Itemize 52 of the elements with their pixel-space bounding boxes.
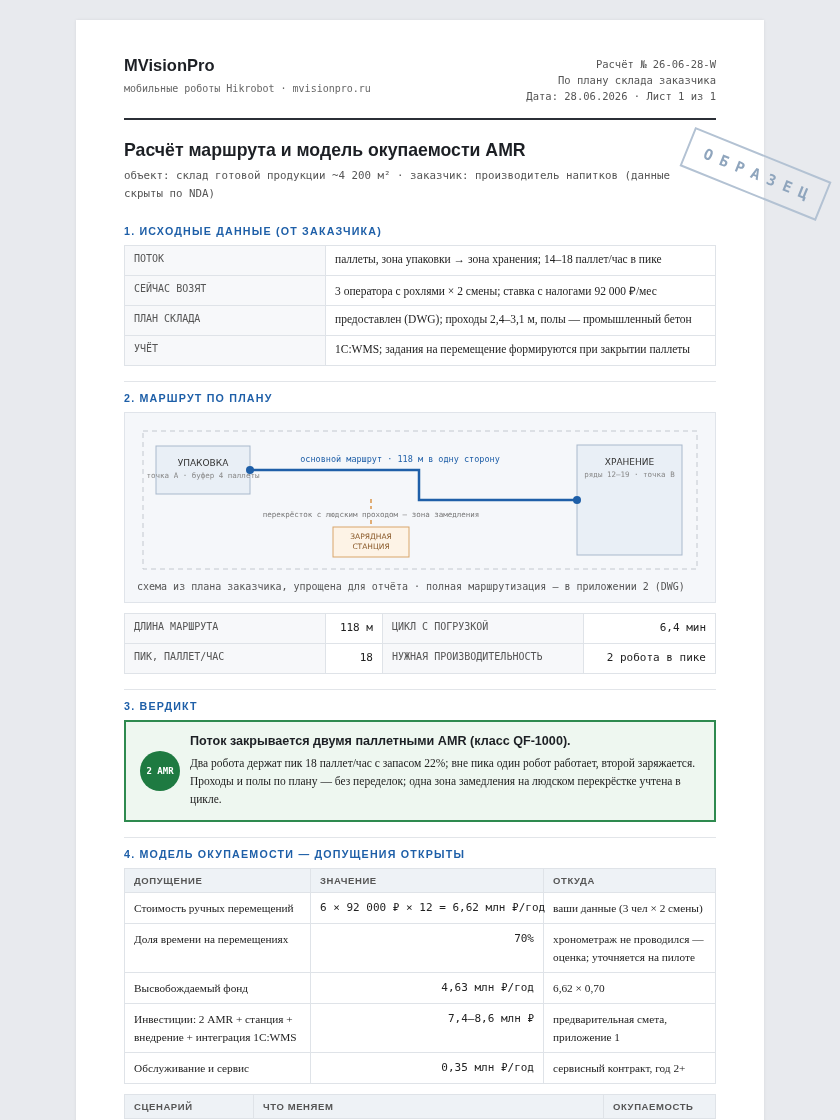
field-value: паллеты, зона упаковки → зона хранения; 14–18 паллет/час в пике	[325, 245, 716, 276]
section-heading: 4. МОДЕЛЬ ОКУПАЕМОСТИ — ДОПУЩЕНИЯ ОТКРЫТЫ	[124, 848, 467, 860]
diagram-caption: схема из плана заказчика, упрощена для отчёта · полная маршрутизация — в приложении 2 (DWG)	[137, 581, 686, 592]
column-header: ЧТО МЕНЯЕМ	[253, 1094, 604, 1119]
document-meta: По плану склада заказчика	[557, 74, 716, 86]
column-header: ОКУПАЕМОСТЬ	[603, 1094, 716, 1119]
metric-label: ПИК, ПАЛЛЕТ/ЧАС	[124, 643, 326, 674]
table-cell: предварительная смета, приложение 1	[543, 1003, 716, 1053]
value-cell: 70%	[310, 923, 544, 973]
verdict-text: Два робота держат пик 18 паллет/час с запасом 22%; вне пика один робот работает, второй заряжается. Проходы и полы по плану — без переделок; одна зона замедления на людском перекрёстке учтена в цикле.	[190, 756, 697, 808]
verdict-title: Поток закрывается двумя паллетными AMR (класс QF-1000).	[190, 734, 572, 748]
document-meta: Расчёт № 26-06-28-W	[595, 58, 716, 70]
brand-name: MVisionPro	[124, 56, 216, 75]
field-label: УЧЁТ	[124, 335, 326, 366]
document-meta: Дата: 28.06.2026 · Лист 1 из 1	[526, 90, 716, 102]
metric-label: ДЛИНА МАРШРУТА	[124, 613, 326, 644]
field-value: 3 оператора с рохлями × 2 смены; ставка с налогами 92 000 ₽/мес	[325, 275, 716, 306]
column-header: ЗНАЧЕНИЕ	[310, 868, 544, 893]
section-heading: 2. МАРШРУТ ПО ПЛАНУ	[124, 392, 274, 404]
field-label: СЕЙЧАС ВОЗЯТ	[124, 275, 326, 306]
column-header: ОТКУДА	[543, 868, 716, 893]
metric-label: НУЖНАЯ ПРОИЗВОДИТЕЛЬНОСТЬ	[382, 643, 584, 674]
document-title: Расчёт маршрута и модель окупаемости AMR	[124, 140, 526, 161]
table-cell: Инвестиции: 2 AMR + станция + внедрение + интеграция 1С:WMS	[124, 1003, 311, 1053]
metric-value: 6,4 мин	[583, 613, 716, 644]
count-badge: 2 AMR	[140, 751, 180, 791]
field-value: предоставлен (DWG); проходы 2,4–3,1 м, полы — промышленный бетон	[325, 305, 716, 336]
table-cell: 6,62 × 0,70	[543, 972, 716, 1004]
table-cell: Обслуживание и сервис	[124, 1052, 311, 1084]
metric-value: 118 м	[325, 613, 383, 644]
table-cell: хронометраж не проводился — оценка; уточняется на пилоте	[543, 923, 716, 973]
brand-tagline: мобильные роботы Hikrobot · mvisionpro.ru	[124, 83, 371, 94]
field-label: ПЛАН СКЛАДА	[124, 305, 326, 336]
metric-value: 2 робота в пике	[583, 643, 716, 674]
metric-value: 18	[325, 643, 383, 674]
value-cell: 7,4–8,6 млн ₽	[310, 1003, 544, 1053]
value-cell: 0,35 млн ₽/год	[310, 1052, 544, 1084]
field-value: 1С:WMS; задания на перемещение формируются при закрытии паллеты	[325, 335, 716, 366]
metric-label: ЦИКЛ С ПОГРУЗКОЙ	[382, 613, 584, 644]
table-cell: сервисный контракт, год 2+	[543, 1052, 716, 1084]
section-heading: 3. ВЕРДИКТ	[124, 700, 199, 712]
section-heading: 1. ИСХОДНЫЕ ДАННЫЕ (ОТ ЗАКАЗЧИКА)	[124, 225, 384, 237]
table-cell: Доля времени на перемещениях	[124, 923, 311, 973]
value-cell: 6 × 92 000 ₽ × 12 = 6,62 млн ₽/год	[310, 892, 544, 924]
column-header: СЦЕНАРИЙ	[124, 1094, 254, 1119]
value-cell: 4,63 млн ₽/год	[310, 972, 544, 1004]
column-header: ДОПУЩЕНИЕ	[124, 868, 311, 893]
field-label: ПОТОК	[124, 245, 326, 276]
route-label: основной маршрут · 118 м в одну сторону	[300, 454, 500, 464]
document-subtitle: объект: склад готовой продукции ~4 200 м² · заказчик: производитель напитков (данные скрыты по NDA)	[124, 168, 672, 202]
table-cell: Стоимость ручных перемещений	[124, 892, 311, 924]
table-cell: Высвобождаемый фонд	[124, 972, 311, 1004]
